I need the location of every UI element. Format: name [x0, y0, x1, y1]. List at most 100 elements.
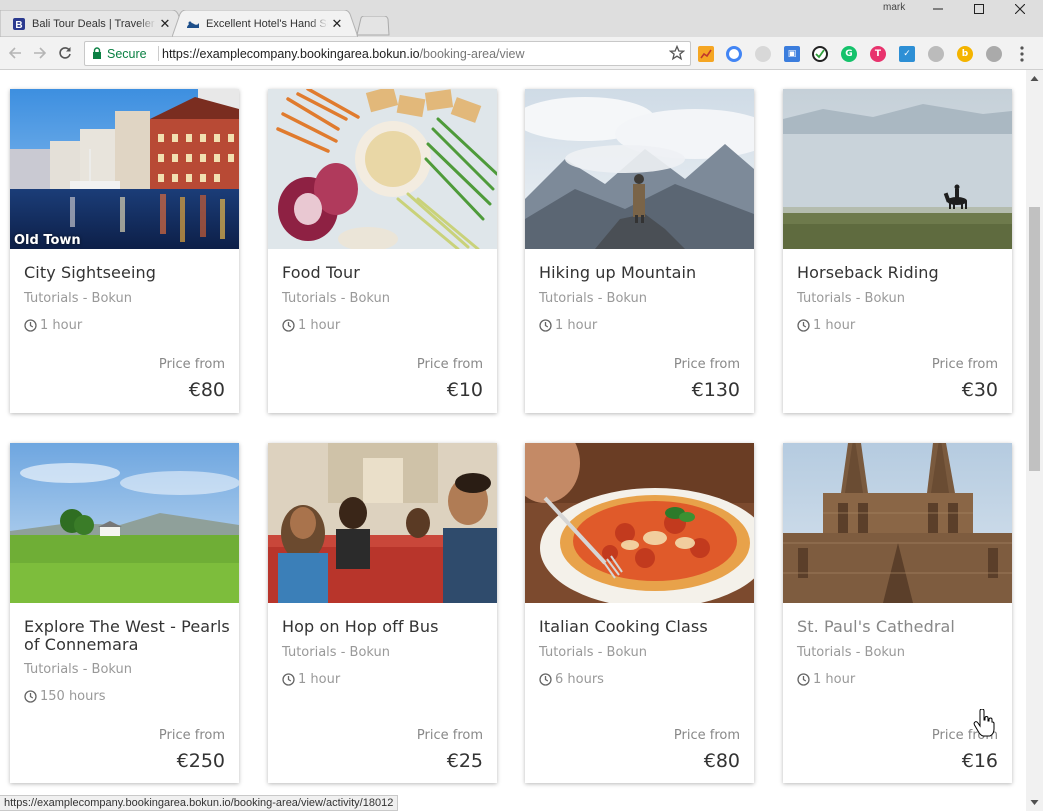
activity-price: €130: [692, 379, 740, 401]
menu-kebab-icon[interactable]: [1018, 45, 1026, 63]
new-tab-button[interactable]: [356, 16, 390, 36]
activity-duration: 6 hours: [539, 672, 604, 687]
price-from-label: Price from: [674, 728, 740, 743]
activity-image[interactable]: [525, 89, 754, 249]
profile-name[interactable]: mark: [883, 2, 905, 13]
activity-card-food-tour[interactable]: Food Tour Tutorials - Bokun 1 hour Price…: [268, 89, 497, 413]
activity-card-explore-the-west[interactable]: Explore The West - Pearls of Connemara T…: [10, 443, 239, 783]
scroll-up-arrow-icon[interactable]: [1030, 74, 1039, 83]
maximize-button[interactable]: [964, 0, 994, 18]
activity-title[interactable]: Hop on Hop off Bus: [282, 618, 439, 636]
activity-image[interactable]: [268, 443, 497, 603]
chart-icon: [700, 48, 712, 60]
activity-price: €10: [447, 379, 483, 401]
cathedral-photo: [783, 443, 1012, 603]
tab-bali-tour-deals[interactable]: B Bali Tour Deals | Traveler ✕: [0, 10, 186, 37]
activity-duration: 1 hour: [797, 318, 855, 333]
close-window-button[interactable]: [1005, 0, 1035, 18]
maximize-icon: [974, 4, 984, 14]
activity-image[interactable]: Old Town: [10, 89, 239, 249]
address-bar[interactable]: Secure https://examplecompany.bookingare…: [84, 41, 691, 66]
duration-text: 1 hour: [813, 318, 855, 333]
activity-image[interactable]: [783, 443, 1012, 603]
price-from-label: Price from: [417, 728, 483, 743]
minimize-icon: [933, 4, 943, 14]
browser-toolbar: Secure https://examplecompany.bookingare…: [0, 37, 1043, 70]
arrow-left-icon: [8, 46, 22, 60]
activity-card-city-sightseeing[interactable]: Old Town City Sightseeing Tutorials - Bo…: [10, 89, 239, 413]
duration-text: 1 hour: [40, 318, 82, 333]
browser-titlebar: B Bali Tour Deals | Traveler ✕ Excellent…: [0, 0, 1043, 37]
activity-duration: 1 hour: [24, 318, 82, 333]
grammarly-extension-icon[interactable]: G: [841, 46, 857, 62]
activity-title[interactable]: Horseback Riding: [797, 264, 939, 282]
gray-extension-icon[interactable]: [755, 46, 771, 62]
clock-icon: [24, 690, 37, 703]
pink-extension-icon[interactable]: T: [870, 46, 886, 62]
chart-extension-icon[interactable]: [698, 46, 714, 62]
hand-pointer-cursor-icon: [973, 709, 995, 737]
page-scrollbar[interactable]: [1026, 70, 1043, 811]
activity-vendor: Tutorials - Bokun: [24, 291, 132, 306]
activity-title[interactable]: Italian Cooking Class: [539, 618, 708, 636]
activity-card-horseback-riding[interactable]: Horseback Riding Tutorials - Bokun 1 hou…: [783, 89, 1012, 413]
price-from-label: Price from: [417, 357, 483, 372]
activity-card-italian-cooking-class[interactable]: Italian Cooking Class Tutorials - Bokun …: [525, 443, 754, 783]
scroll-down-arrow-icon[interactable]: [1030, 798, 1039, 807]
gray-extension-2-icon[interactable]: [928, 46, 944, 62]
blue-check-extension-icon[interactable]: ✓: [899, 46, 915, 62]
activity-duration: 1 hour: [539, 318, 597, 333]
activity-card-hiking-up-mountain[interactable]: Hiking up Mountain Tutorials - Bokun 1 h…: [525, 89, 754, 413]
activity-price: €80: [704, 750, 740, 772]
activity-title[interactable]: Hiking up Mountain: [539, 264, 696, 282]
bookmark-star-icon[interactable]: [669, 45, 685, 61]
close-icon: [1015, 4, 1025, 14]
google-extension-icon[interactable]: [726, 46, 742, 62]
tab-excellent-hotels[interactable]: Excellent Hotel's Hand Se ✕: [172, 10, 358, 37]
green-hills-photo: [10, 443, 239, 603]
activity-vendor: Tutorials - Bokun: [539, 291, 647, 306]
activity-title[interactable]: City Sightseeing: [24, 264, 156, 282]
activity-price: €250: [177, 750, 225, 772]
activity-image[interactable]: [268, 89, 497, 249]
duration-text: 150 hours: [40, 689, 106, 704]
duration-text: 1 hour: [298, 672, 340, 687]
screen-extension-icon[interactable]: ▣: [784, 46, 800, 62]
close-icon[interactable]: ✕: [158, 17, 172, 31]
url-text[interactable]: https://examplecompany.bookingarea.bokun…: [162, 47, 525, 61]
clock-icon: [24, 319, 37, 332]
price-from-label: Price from: [932, 357, 998, 372]
reload-button[interactable]: [56, 44, 74, 62]
close-icon[interactable]: ✕: [330, 17, 344, 31]
check-extension-icon[interactable]: [812, 46, 828, 62]
svg-text:B: B: [15, 20, 22, 31]
booking-area-page: Old Town City Sightseeing Tutorials - Bo…: [0, 70, 1043, 811]
clock-icon: [282, 319, 295, 332]
activity-vendor: Tutorials - Bokun: [797, 645, 905, 660]
activity-title[interactable]: Food Tour: [282, 264, 360, 282]
forward-button[interactable]: [31, 44, 49, 62]
price-from-label: Price from: [159, 357, 225, 372]
mountain-hiker-photo: [525, 89, 754, 249]
clock-icon: [797, 673, 810, 686]
minimize-button[interactable]: [923, 0, 953, 18]
activity-price: €80: [189, 379, 225, 401]
back-button[interactable]: [6, 44, 24, 62]
gray-extension-3-icon[interactable]: [986, 46, 1002, 62]
activity-title[interactable]: Explore The West - Pearls of Connemara: [24, 618, 239, 654]
activity-vendor: Tutorials - Bokun: [797, 291, 905, 306]
scrollbar-thumb[interactable]: [1029, 207, 1040, 471]
activity-card-hop-on-hop-off-bus[interactable]: Hop on Hop off Bus Tutorials - Bokun 1 h…: [268, 443, 497, 783]
activity-image[interactable]: [525, 443, 754, 603]
omnibox-divider: [158, 46, 159, 61]
activity-image[interactable]: [783, 89, 1012, 249]
activity-title[interactable]: St. Paul's Cathedral: [797, 618, 955, 636]
yellow-extension-icon[interactable]: b: [957, 46, 973, 62]
duration-text: 1 hour: [813, 672, 855, 687]
duration-text: 1 hour: [555, 318, 597, 333]
image-label: Old Town: [14, 233, 81, 248]
activity-duration: 1 hour: [282, 672, 340, 687]
duration-text: 1 hour: [298, 318, 340, 333]
activity-duration: 1 hour: [797, 672, 855, 687]
activity-image[interactable]: [10, 443, 239, 603]
